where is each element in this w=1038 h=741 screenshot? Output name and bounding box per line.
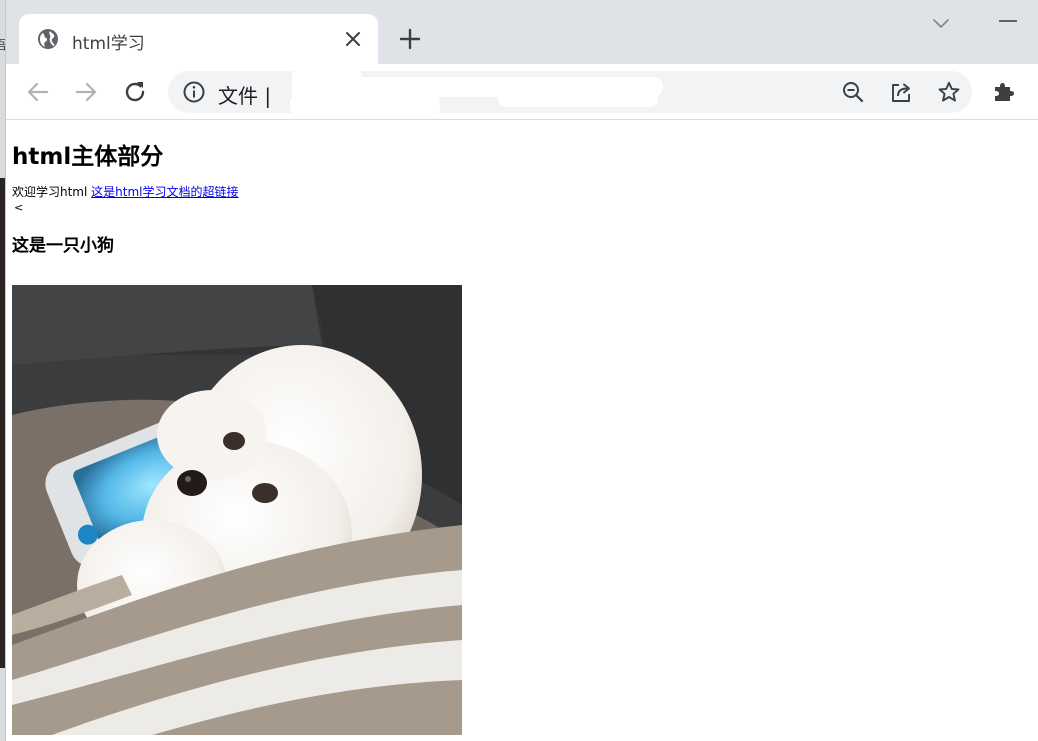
page-content: html主体部分 欢迎学习html 这是html学习文档的超链接 < 这是一只小…	[12, 121, 1038, 741]
tab-strip: html学习	[6, 0, 1038, 64]
zoom-out-icon[interactable]	[841, 80, 865, 104]
chevron-down-icon[interactable]	[930, 12, 952, 34]
address-bar[interactable]: 文件 |	[168, 67, 972, 117]
toolbar: 文件 |	[6, 64, 1038, 120]
browser-window: html学习 文件 | html主体部分 欢迎学习html 这是html学习文档…	[5, 0, 1038, 741]
stray-character: <	[14, 201, 24, 214]
back-arrow-icon[interactable]	[24, 78, 52, 106]
subheading: 这是一只小狗	[12, 236, 114, 256]
intro-paragraph: 欢迎学习html 这是html学习文档的超链接	[12, 183, 239, 200]
address-text: 文件 |	[218, 84, 272, 108]
redaction-mark	[498, 91, 658, 107]
star-icon[interactable]	[937, 80, 961, 104]
close-icon[interactable]	[341, 27, 365, 51]
active-tab[interactable]: html学习	[19, 14, 378, 64]
puppy-photo	[12, 285, 462, 735]
globe-icon	[36, 27, 60, 51]
redaction-mark	[290, 93, 440, 117]
extensions-puzzle-icon[interactable]	[990, 78, 1018, 106]
plus-icon[interactable]	[397, 26, 423, 52]
tab-title: html学习	[72, 34, 145, 54]
minimize-icon[interactable]	[999, 20, 1017, 22]
reload-icon[interactable]	[121, 78, 149, 106]
intro-text: 欢迎学习html	[12, 185, 88, 199]
screen: 吾 html学习 文件 | html主体部分 欢迎学习html 这是html学习…	[0, 0, 1038, 741]
info-icon[interactable]	[182, 80, 206, 104]
forward-arrow-icon[interactable]	[72, 78, 100, 106]
page-heading: html主体部分	[12, 144, 164, 170]
share-icon[interactable]	[889, 80, 913, 104]
hyperlink[interactable]: 这是html学习文档的超链接	[91, 185, 238, 199]
